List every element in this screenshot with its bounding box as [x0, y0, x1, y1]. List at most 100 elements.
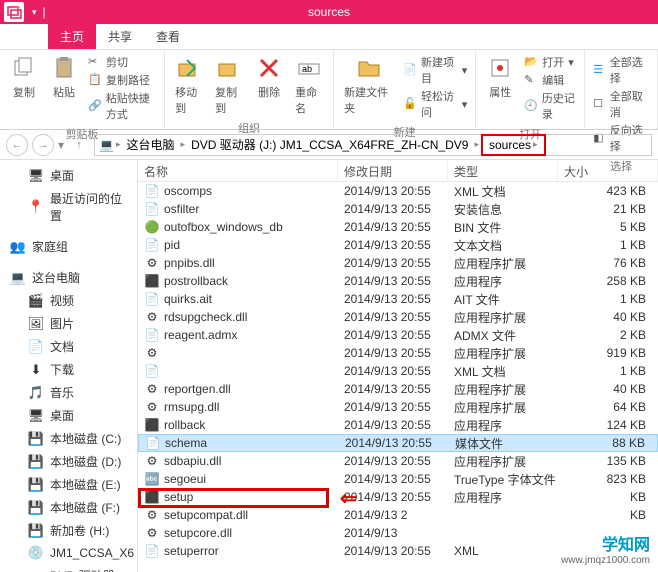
file-type: 应用程序扩展 — [448, 255, 558, 272]
file-icon: 📄 — [144, 327, 160, 343]
select-all-button[interactable]: ☰全部选择 — [593, 54, 649, 86]
file-icon: ⬛ — [144, 273, 160, 289]
cut-button[interactable]: ✂剪切 — [88, 54, 156, 70]
delete-button[interactable]: 删除 — [251, 52, 287, 102]
open-button[interactable]: 📂打开▾ — [524, 54, 576, 70]
paste-button[interactable]: 粘贴 — [46, 52, 82, 102]
file-row[interactable]: ⚙sdbapiu.dll2014/9/13 20:55应用程序扩展135 KB — [138, 452, 658, 470]
back-button[interactable]: ← — [6, 134, 28, 156]
column-type[interactable]: 类型 — [448, 160, 558, 181]
music-icon: 🎵 — [28, 385, 44, 401]
file-row[interactable]: 🔤segoeui2014/9/13 20:55TrueType 字体文件823 … — [138, 470, 658, 488]
copy-path-button[interactable]: 📋复制路径 — [88, 72, 156, 88]
history-button[interactable]: 🕘历史记录 — [524, 90, 576, 122]
sidebar-item-local-c[interactable]: 💾本地磁盘 (C:) — [0, 427, 137, 450]
copy-button[interactable]: 复制 — [6, 52, 42, 102]
column-date[interactable]: 修改日期 — [338, 160, 448, 181]
select-none-icon: ☐ — [593, 97, 606, 111]
breadcrumb-sep-icon[interactable]: ▸ — [116, 139, 121, 150]
computer-icon: 💻 — [99, 138, 114, 152]
file-row[interactable]: ⬛rollback2014/9/13 20:55应用程序124 KB — [138, 416, 658, 434]
file-row[interactable]: 📄oscomps2014/9/13 20:55XML 文档423 KB — [138, 182, 658, 200]
sidebar-item-dvd-drive[interactable]: 💿DVD 驱动器 (J: — [0, 564, 137, 572]
sidebar-item-local-d[interactable]: 💾本地磁盘 (D:) — [0, 450, 137, 473]
pictures-icon: 🖼 — [28, 316, 44, 332]
tab-share[interactable]: 共享 — [96, 24, 144, 49]
copy-to-icon — [215, 54, 243, 82]
new-item-button[interactable]: 📄新建项目▾ — [403, 54, 467, 86]
crumb-this-pc[interactable]: 这台电脑 — [123, 136, 179, 153]
file-icon: ⚙ — [144, 507, 160, 523]
file-date: 2014/9/13 20:55 — [338, 184, 448, 198]
breadcrumb-sep-icon[interactable]: ▸ — [533, 139, 538, 150]
move-to-button[interactable]: 移动到 — [171, 52, 207, 118]
file-header: 名称 修改日期 类型 大小 — [138, 160, 658, 182]
file-row[interactable]: ⚙rdsupgcheck.dll2014/9/13 20:55应用程序扩展40 … — [138, 308, 658, 326]
file-row[interactable]: 📄pid2014/9/13 20:55文本文档1 KB — [138, 236, 658, 254]
file-name: setuperror — [164, 544, 219, 558]
file-row[interactable]: ⚙pnpibs.dll2014/9/13 20:55应用程序扩展76 KB — [138, 254, 658, 272]
file-row[interactable]: 📄schema2014/9/13 20:55媒体文件88 KB — [138, 434, 658, 452]
crumb-sources[interactable]: sources — [489, 138, 531, 152]
sidebar-item-music[interactable]: 🎵音乐 — [0, 381, 137, 404]
file-row[interactable]: 📄quirks.ait2014/9/13 20:55AIT 文件1 KB — [138, 290, 658, 308]
column-name[interactable]: 名称 — [138, 160, 338, 181]
file-row[interactable]: 📄2014/9/13 20:55XML 文档1 KB — [138, 362, 658, 380]
file-row[interactable]: ⬛postrollback2014/9/13 20:55应用程序258 KB — [138, 272, 658, 290]
sidebar-item-pictures[interactable]: 🖼图片 — [0, 312, 137, 335]
file-size: 40 KB — [558, 382, 658, 396]
file-row[interactable]: ⚙setupcompat.dll2014/9/13 2KB — [138, 506, 658, 524]
sidebar-item-videos[interactable]: 🎬视频 — [0, 289, 137, 312]
sidebar-item-new-vol-h[interactable]: 💾新加卷 (H:) — [0, 519, 137, 542]
breadcrumb-sep-icon[interactable]: ▸ — [474, 139, 479, 150]
svg-text:ab: ab — [302, 64, 312, 74]
watermark-title: 学知网 — [602, 531, 650, 555]
chevron-down-icon: ▾ — [462, 64, 468, 77]
sidebar-item-homegroup[interactable]: 👥家庭组 — [0, 235, 137, 258]
file-row[interactable]: ⬛setup2014/9/13 20:55应用程序KB — [138, 488, 658, 506]
select-none-button[interactable]: ☐全部取消 — [593, 88, 649, 120]
ribbon-group-new: 新建文件夹 📄新建项目▾ 🔓轻松访问▾ 新建 — [334, 50, 476, 129]
sidebar-item-this-pc[interactable]: 💻这台电脑 — [0, 266, 137, 289]
sidebar-item-documents[interactable]: 📄文档 — [0, 335, 137, 358]
copy-icon — [10, 54, 38, 82]
file-row[interactable]: ⚙rmsupg.dll2014/9/13 20:55应用程序扩展64 KB — [138, 398, 658, 416]
file-icon: 📄 — [144, 543, 160, 559]
file-row[interactable]: ⚙reportgen.dll2014/9/13 20:55应用程序扩展40 KB — [138, 380, 658, 398]
copy-to-button[interactable]: 复制到 — [211, 52, 247, 118]
up-button[interactable]: ↑ — [68, 134, 90, 156]
sidebar-item-desktop2[interactable]: 🖥桌面 — [0, 404, 137, 427]
file-row[interactable]: 🟢outofbox_windows_db2014/9/13 20:55BIN 文… — [138, 218, 658, 236]
tab-view[interactable]: 查看 — [144, 24, 192, 49]
file-type: XML — [448, 544, 558, 558]
sidebar-item-downloads[interactable]: ⬇下载 — [0, 358, 137, 381]
new-folder-button[interactable]: 新建文件夹 — [340, 52, 397, 118]
paste-shortcut-button[interactable]: 🔗粘贴快捷方式 — [88, 90, 156, 122]
sidebar-item-local-f[interactable]: 💾本地磁盘 (F:) — [0, 496, 137, 519]
breadcrumb-sep-icon[interactable]: ▸ — [181, 139, 186, 150]
tab-home[interactable]: 主页 — [48, 24, 96, 49]
breadcrumb[interactable]: 💻 ▸ 这台电脑 ▸ DVD 驱动器 (J:) JM1_CCSA_X64FRE_… — [94, 134, 652, 156]
sidebar-item-recent[interactable]: 📍最近访问的位置 — [0, 187, 137, 227]
rename-button[interactable]: ab 重命名 — [291, 52, 327, 118]
properties-button[interactable]: 属性 — [482, 52, 518, 102]
sidebar-item-local-e[interactable]: 💾本地磁盘 (E:) — [0, 473, 137, 496]
file-type: XML 文档 — [448, 363, 558, 380]
sidebar-item-desktop[interactable]: 🖥桌面 — [0, 164, 137, 187]
sidebar-item-jm1[interactable]: 💿JM1_CCSA_X6 — [0, 542, 137, 564]
select-all-icon: ☰ — [593, 63, 606, 77]
file-icon: ⚙ — [144, 309, 160, 325]
file-row[interactable]: 📄osfilter2014/9/13 20:55安装信息21 KB — [138, 200, 658, 218]
file-list[interactable]: 📄oscomps2014/9/13 20:55XML 文档423 KB📄osfi… — [138, 182, 658, 572]
file-row[interactable]: 📄reagent.admx2014/9/13 20:55ADMX 文件2 KB — [138, 326, 658, 344]
forward-button[interactable]: → — [32, 134, 54, 156]
crumb-dvd[interactable]: DVD 驱动器 (J:) JM1_CCSA_X64FRE_ZH-CN_DV9 — [187, 136, 472, 153]
file-date: 2014/9/13 — [338, 526, 448, 540]
file-size: 1 KB — [558, 238, 658, 252]
edit-button[interactable]: ✎编辑 — [524, 72, 576, 88]
file-row[interactable]: ⚙2014/9/13 20:55应用程序扩展919 KB — [138, 344, 658, 362]
quick-access-dropdown-icon[interactable]: ▾ — [32, 7, 37, 18]
easy-access-button[interactable]: 🔓轻松访问▾ — [403, 88, 467, 120]
recent-dropdown-icon[interactable]: ▾ — [58, 138, 64, 152]
column-size[interactable]: 大小 — [558, 160, 658, 181]
